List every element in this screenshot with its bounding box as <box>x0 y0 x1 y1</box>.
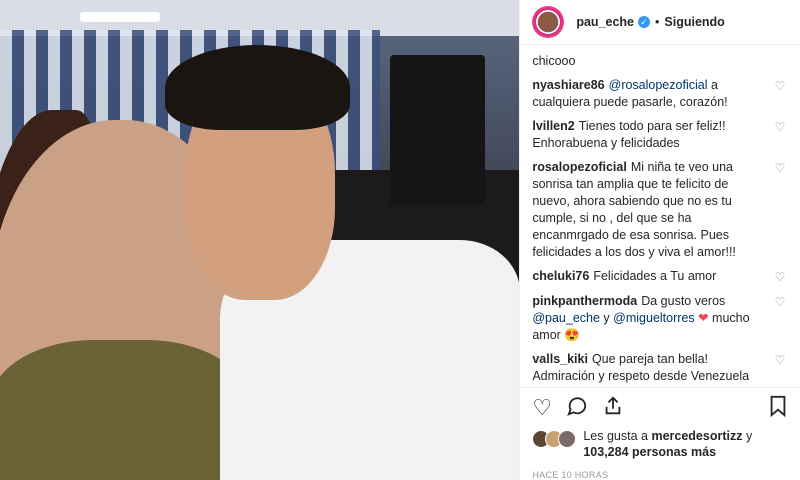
comment-item: lvillen2 Tienes todo para ser feliz!! Enh… <box>532 118 788 152</box>
share-icon[interactable] <box>602 395 624 421</box>
comment-text: chicooo <box>532 53 788 70</box>
comment-item: rosalopezoficial Mi niña te veo una sonri… <box>532 159 788 261</box>
photo-man-hair <box>165 45 350 130</box>
comment-item: chicooo <box>532 53 788 70</box>
heart-icon[interactable]: ♡ <box>532 397 552 419</box>
comment-like-heart-icon[interactable]: ♡ <box>772 159 788 261</box>
post-header: pau_eche ✓ • Siguiendo <box>520 0 800 45</box>
likes-text: Les gusta a mercedesortizz y 103,284 per… <box>583 428 752 460</box>
comment-item: cheluki76 Felicidades a Tu amor ♡ <box>532 268 788 286</box>
comment-username-link[interactable]: cheluki76 <box>532 269 589 283</box>
comment-username-link[interactable]: pinkpanthermoda <box>532 294 637 308</box>
comment-like-heart-icon[interactable]: ♡ <box>772 268 788 286</box>
photo-lamp <box>80 12 160 22</box>
post-photo[interactable] <box>0 0 520 480</box>
comment-text: cheluki76 Felicidades a Tu amor <box>532 268 766 286</box>
comment-body: y <box>599 311 614 325</box>
liker-username-link[interactable]: mercedesortizz <box>651 429 742 443</box>
comment-item: nyashiare86 @rosalopezoficial a cualquier… <box>532 77 788 111</box>
comment-username-link[interactable]: rosalopezoficial <box>532 160 626 174</box>
avatar[interactable] <box>532 6 565 38</box>
mention-link[interactable]: @pau_eche <box>532 311 600 325</box>
comment-text: rosalopezoficial Mi niña te veo una sonri… <box>532 159 766 261</box>
comment-username-link[interactable]: lvillen2 <box>532 119 574 133</box>
likes-count-link[interactable]: 103,284 personas más <box>583 445 716 459</box>
photo-woman-top <box>0 340 250 480</box>
comment-icon[interactable] <box>566 395 588 421</box>
photo-speaker <box>390 55 485 205</box>
comment-item: valls_kiki Que pareja tan bella! Admiraci… <box>532 351 788 387</box>
likes-prefix: Les gusta a <box>583 429 652 443</box>
comment-username-link[interactable]: valls_kiki <box>532 352 588 366</box>
comment-item: pinkpanthermoda Da gusto veros @pau_eche … <box>532 293 788 344</box>
comment-username-link[interactable]: nyashiare86 <box>532 78 604 92</box>
bookmark-icon[interactable] <box>768 395 788 421</box>
comment-text: nyashiare86 @rosalopezoficial a cualquier… <box>532 77 766 111</box>
comment-body: Mi niña te veo una sonrisa tan amplia qu… <box>532 160 736 259</box>
verified-badge-icon: ✓ <box>638 16 651 28</box>
mention-link[interactable]: @rosalopezoficial <box>609 78 708 92</box>
post-sidebar: pau_eche ✓ • Siguiendo chicooo nyashiare8… <box>519 0 800 480</box>
comment-like-heart-icon[interactable]: ♡ <box>772 77 788 111</box>
separator-dot: • <box>655 15 660 29</box>
liker-avatars <box>532 430 577 448</box>
likes-middle: y <box>742 429 753 443</box>
likes-summary: Les gusta a mercedesortizz y 103,284 per… <box>520 428 800 464</box>
mention-link[interactable]: @migueltorres <box>613 311 694 325</box>
comment-like-heart-icon[interactable]: ♡ <box>772 118 788 152</box>
comment-text: pinkpanthermoda Da gusto veros @pau_eche … <box>532 293 766 344</box>
comment-like-heart-icon[interactable]: ♡ <box>772 293 788 344</box>
comment-text: lvillen2 Tienes todo para ser feliz!! Enh… <box>532 118 766 152</box>
action-bar: ♡ <box>520 387 800 428</box>
comment-text: valls_kiki Que pareja tan bella! Admiraci… <box>532 351 766 387</box>
heart-emoji: ❤ <box>694 311 709 325</box>
following-button[interactable]: Siguiendo <box>664 15 724 29</box>
comment-body: Da gusto veros <box>641 294 726 308</box>
comments-list: chicooo nyashiare86 @rosalopezoficial a cu… <box>520 45 800 387</box>
post-timestamp[interactable]: HACE 10 HORAS <box>520 464 800 480</box>
username-link[interactable]: pau_eche <box>576 15 634 29</box>
comment-body: chicooo <box>532 54 576 68</box>
comment-like-heart-icon[interactable]: ♡ <box>772 351 788 387</box>
liker-avatar[interactable] <box>558 430 577 448</box>
comment-body: Felicidades a Tu amor <box>593 269 717 283</box>
